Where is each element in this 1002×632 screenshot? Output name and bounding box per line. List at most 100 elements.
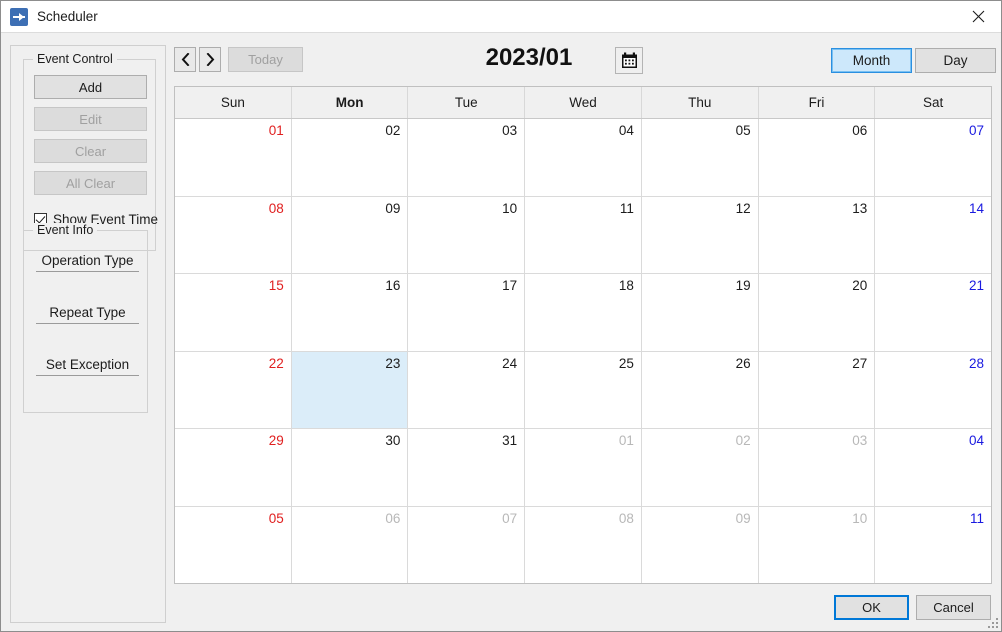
calendar-week-row: 05 06 07 08 09 10 11 [175,506,992,583]
ok-button[interactable]: OK [834,595,909,620]
today-button[interactable]: Today [228,47,303,72]
day-number: 28 [969,355,985,371]
calendar-day-cell[interactable]: 09 [641,506,759,583]
day-number: 05 [268,510,284,526]
calendar-day-cell[interactable]: 05 [175,506,292,583]
calendar-day-cell[interactable]: 05 [641,119,759,196]
calendar-day-cell[interactable]: 27 [758,351,876,428]
calendar-day-cell[interactable]: 16 [291,274,409,351]
day-number: 02 [385,123,401,138]
day-number: 27 [852,355,868,371]
calendar-day-cell[interactable]: 18 [525,274,642,351]
calendar-grid: Sun Mon Tue Wed Thu Fri Sat 01 02 03 04 05 06 07 08 09… [174,86,992,584]
repeat-type-link[interactable]: Repeat Type [36,305,139,324]
calendar-day-cell[interactable]: 04 [525,119,642,196]
edit-button[interactable]: Edit [34,107,147,131]
day-number: 15 [268,278,284,293]
calendar-day-cell[interactable]: 26 [641,351,759,428]
weekday-header-sat[interactable]: Sat [875,87,991,118]
next-month-button[interactable] [199,47,221,72]
day-number: 30 [385,433,401,448]
all-clear-button[interactable]: All Clear [34,171,147,195]
calendar-day-cell[interactable]: 20 [758,274,876,351]
calendar-day-cell[interactable]: 07 [875,119,992,196]
title-bar: Scheduler [1,1,1001,33]
weekday-header-wed[interactable]: Wed [525,87,642,118]
add-button[interactable]: Add [34,75,147,99]
calendar-week-row: 29 30 31 01 02 03 04 [175,429,992,507]
day-number: 20 [852,278,868,293]
calendar-day-cell[interactable]: 03 [408,119,526,196]
calendar-day-cell[interactable]: 11 [525,196,642,273]
month-label: 2023/01 [485,44,573,71]
close-button[interactable] [956,1,1001,31]
day-number: 04 [618,123,634,138]
chevron-left-icon [181,53,189,66]
weekday-header-thu[interactable]: Thu [642,87,759,118]
day-number: 01 [268,123,284,138]
calendar-day-cell[interactable]: 09 [291,196,409,273]
set-exception-link[interactable]: Set Exception [36,357,139,376]
calendar-day-cell[interactable]: 14 [875,196,992,273]
calendar-day-cell[interactable]: 19 [641,274,759,351]
calendar-day-cell[interactable]: 25 [525,351,642,428]
day-number: 10 [502,200,518,216]
calendar-day-cell[interactable]: 24 [408,351,526,428]
weekday-header-tue[interactable]: Tue [408,87,526,118]
previous-month-button[interactable] [174,47,196,72]
operation-type-link[interactable]: Operation Type [36,253,139,272]
calendar-day-cell[interactable]: 17 [408,274,526,351]
weekday-header-fri[interactable]: Fri [759,87,876,118]
calendar-day-cell[interactable]: 29 [175,429,292,506]
calendar-day-cell[interactable]: 02 [641,429,759,506]
day-number: 07 [502,510,518,526]
view-toggle-month[interactable]: Month [831,48,912,73]
weekday-header-mon[interactable]: Mon [292,87,409,118]
calendar-day-cell[interactable]: 31 [408,429,526,506]
calendar-day-cell[interactable]: 15 [175,274,292,351]
chevron-right-icon [206,53,214,66]
day-number: 11 [619,200,634,216]
day-number: 09 [735,510,751,526]
calendar-day-cell[interactable]: 11 [875,506,992,583]
day-number: 18 [618,278,634,293]
calendar-day-cell[interactable]: 08 [175,196,292,273]
calendar-day-cell[interactable]: 07 [408,506,526,583]
day-number: 21 [969,278,985,293]
calendar-day-cell[interactable]: 22 [175,351,292,428]
calendar-week-row: 22 23 24 25 26 27 28 [175,351,992,429]
day-number: 11 [970,510,985,526]
calendar-weekday-header: Sun Mon Tue Wed Thu Fri Sat [175,87,991,119]
view-toggle-day[interactable]: Day [915,48,996,73]
resize-grip[interactable] [986,616,998,628]
weekday-header-sun[interactable]: Sun [175,87,292,118]
calendar-day-cell[interactable]: 13 [758,196,876,273]
day-number: 03 [502,123,518,138]
day-number: 16 [385,278,401,293]
calendar-day-cell[interactable]: 21 [875,274,992,351]
calendar-picker-button[interactable] [615,47,643,74]
day-number: 29 [268,433,284,448]
calendar-day-cell[interactable]: 23 [291,351,409,428]
calendar-week-row: 01 02 03 04 05 06 07 [175,119,992,197]
calendar-day-cell[interactable]: 04 [875,429,992,506]
cancel-button[interactable]: Cancel [916,595,991,620]
calendar-day-cell[interactable]: 03 [758,429,876,506]
calendar-day-cell[interactable]: 10 [758,506,876,583]
clear-button[interactable]: Clear [34,139,147,163]
calendar-day-cell[interactable]: 06 [291,506,409,583]
calendar-day-cell[interactable]: 30 [291,429,409,506]
calendar-day-cell[interactable]: 12 [641,196,759,273]
day-number: 24 [502,355,518,371]
calendar-day-cell[interactable]: 28 [875,351,992,428]
day-number: 12 [735,200,751,216]
calendar-day-cell[interactable]: 08 [525,506,642,583]
calendar-day-cell[interactable]: 01 [525,429,642,506]
calendar-day-cell[interactable]: 06 [758,119,876,196]
event-info-group: Event Info Operation Type Repeat Type Se… [23,223,148,413]
calendar-weeks: 01 02 03 04 05 06 07 08 09 10 11 12 13 14 15 16 17 18 19 20… [175,119,992,583]
day-number: 17 [502,278,518,293]
calendar-day-cell[interactable]: 10 [408,196,526,273]
calendar-day-cell[interactable]: 01 [175,119,292,196]
calendar-day-cell[interactable]: 02 [291,119,409,196]
